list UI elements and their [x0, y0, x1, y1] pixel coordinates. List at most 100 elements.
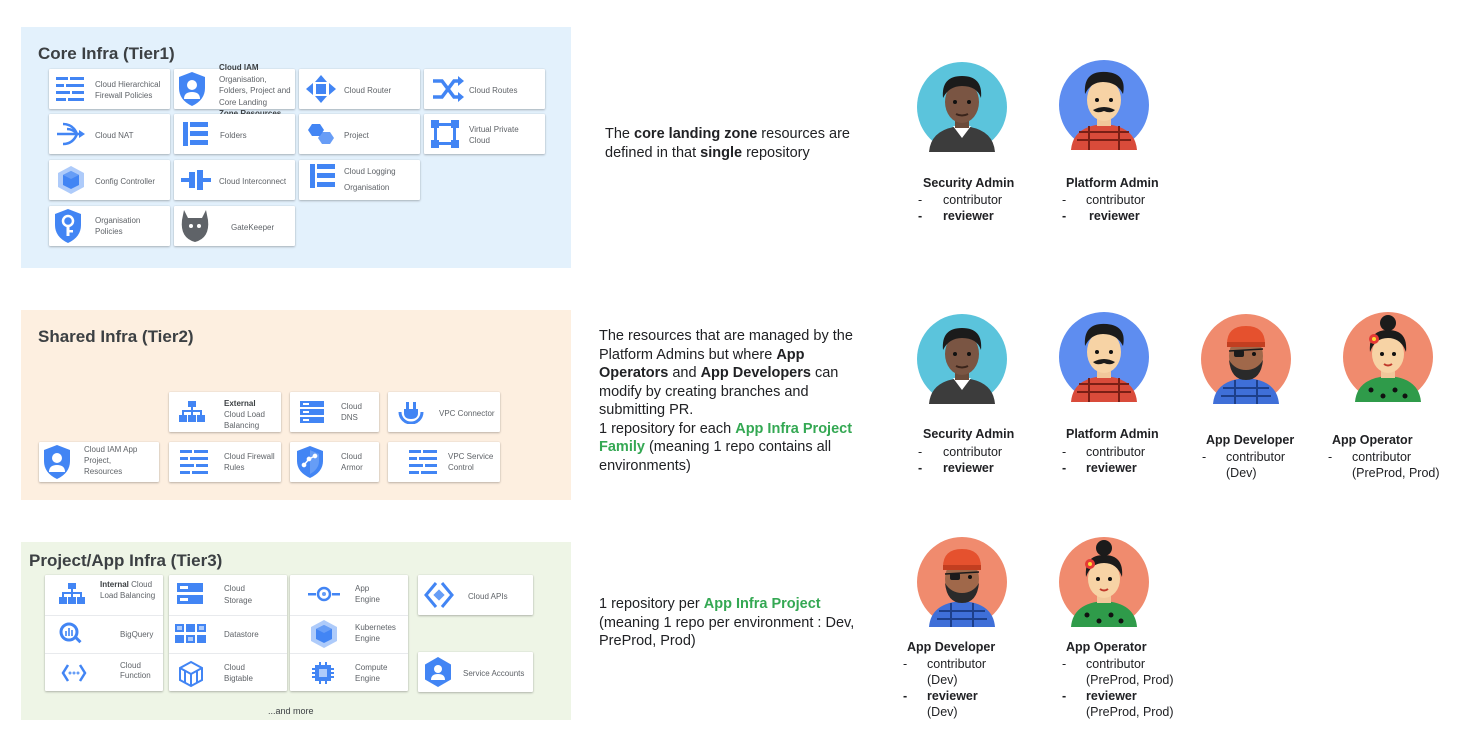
card-label: Cloud Firewall Rules — [224, 452, 275, 472]
role-dash: - — [918, 461, 923, 475]
tier2-description: The resources that are managed by the Pl… — [599, 327, 877, 475]
card-cloud-interconnect[interactable]: Cloud Interconnect — [174, 160, 295, 200]
app-developer-avatar — [1201, 314, 1291, 404]
card-cloud-function[interactable]: Cloud Function — [45, 653, 163, 692]
card-label: Cloud IAM Organisation, Folders, Project… — [219, 62, 293, 120]
card-label: Service Accounts — [463, 669, 525, 678]
security-admin-avatar — [917, 62, 1007, 152]
cloud-function-icon — [61, 664, 87, 682]
role-name-platform-admin: Platform Admin — [1066, 427, 1159, 441]
card-label: Cloud Function — [120, 661, 151, 680]
load-balancing-icon — [59, 583, 85, 604]
card-cloud-apis[interactable]: Cloud APIs — [418, 575, 533, 615]
card-service-accounts[interactable]: Service Accounts — [418, 652, 533, 692]
role-name-security-admin: Security Admin — [923, 427, 1015, 441]
card-gatekeeper[interactable]: GateKeeper — [174, 206, 295, 246]
desc-text: 1 repository for each — [599, 420, 736, 437]
role-name-security-admin: Security Admin — [923, 176, 1015, 190]
card-cloud-logging[interactable]: Cloud Logging Organisation — [299, 160, 420, 200]
role-scope: (Dev) — [927, 705, 958, 719]
cloud-bigtable-icon — [179, 660, 203, 688]
role-dash: - — [918, 445, 923, 459]
card-label: Config Controller — [95, 177, 156, 186]
compute-engine-icon — [312, 662, 334, 684]
card-cloud-router[interactable]: Cloud Router — [299, 69, 420, 109]
card-label: App Engine — [355, 584, 380, 604]
app-operator-avatar — [1343, 312, 1433, 402]
role-scope: (PreProd, Prod) — [1086, 673, 1174, 687]
role-reviewer: reviewer — [1086, 461, 1137, 475]
card-cloud-armor[interactable]: Cloud Armor — [290, 442, 379, 482]
desc-text: 1 repository per — [599, 596, 704, 612]
card-compute-engine[interactable]: Compute Engine — [290, 653, 408, 692]
bigquery-icon — [59, 622, 82, 644]
card-label-bold: External — [224, 399, 256, 408]
role-name-app-developer: App Developer — [907, 640, 996, 654]
role-dash: - — [1062, 657, 1067, 671]
tier2-panel: Shared Infra (Tier2) External Cloud Load… — [21, 310, 571, 500]
desc-text: (meaning 1 repo per environment : Dev, P… — [599, 614, 855, 650]
card-app-engine[interactable]: App Engine — [290, 575, 408, 613]
card-cloud-nat[interactable]: Cloud NAT — [49, 114, 170, 154]
card-label: External Cloud Load Balancing — [224, 398, 280, 431]
card-label: Cloud IAM App Project, Resources — [84, 445, 138, 476]
card-internal-load-balancing[interactable]: Internal Cloud Load Balancing — [45, 575, 163, 613]
role-contributor: contributor — [927, 657, 987, 671]
desc-green: App Infra Project — [703, 596, 821, 612]
card-organisation-policies[interactable]: Organisation Policies — [49, 206, 170, 246]
tier3-panel: Project/App Infra (Tier3) Internal Cloud… — [21, 542, 571, 720]
tier1-description: The core landing zone resources are defi… — [605, 125, 875, 162]
cloud-nat-icon — [57, 122, 85, 146]
role-contributor: contributor — [943, 445, 1003, 459]
app-engine-icon — [308, 586, 340, 602]
tier2-title: Shared Infra (Tier2) — [38, 327, 194, 346]
card-vpc-service-control[interactable]: VPC Service Control — [388, 442, 500, 482]
role-dash: - — [1062, 689, 1067, 703]
card-label: Cloud Armor — [341, 452, 363, 472]
card-label: Cloud Hierarchical Firewall Policies — [95, 80, 161, 100]
role-contributor: contributor — [1086, 445, 1146, 459]
card-label: VPC Connector — [439, 409, 495, 418]
card-cloud-firewall-rules[interactable]: Cloud Firewall Rules — [169, 442, 281, 482]
platform-admin-avatar — [1059, 312, 1149, 402]
role-name-app-operator: App Operator — [1066, 640, 1147, 654]
app-developer-avatar — [917, 537, 1007, 627]
role-name-platform-admin: Platform Admin — [1066, 176, 1159, 190]
card-label: Cloud Logging Organisation — [344, 167, 396, 192]
role-contributor: contributor — [1352, 450, 1412, 464]
card-external-load-balancing[interactable]: External Cloud Load Balancing — [169, 392, 281, 432]
cloud-storage-icon — [177, 583, 203, 604]
cloud-router-icon — [306, 75, 336, 103]
vpc-connector-icon — [398, 402, 424, 424]
vpc-icon — [431, 120, 459, 148]
card-label: Cloud APIs — [468, 592, 508, 601]
card-label: Project — [344, 131, 369, 140]
card-cloud-iam[interactable]: Cloud IAM Organisation, Folders, Project… — [174, 63, 295, 118]
card-vpc-connector[interactable]: VPC Connector — [388, 392, 500, 432]
card-cloud-iam-app[interactable]: Cloud IAM App Project, Resources — [39, 442, 159, 482]
role-contributor: contributor — [1226, 450, 1286, 464]
card-label: Cloud Interconnect — [219, 177, 287, 186]
card-cloud-bigtable[interactable]: Cloud Bigtable — [169, 653, 287, 692]
role-dash: - — [1202, 450, 1207, 464]
tier1-panel: Core Infra (Tier1) Cloud Hierarchical Fi… — [21, 27, 571, 268]
and-more-text: ...and more — [268, 706, 314, 716]
card-config-controller[interactable]: Config Controller — [49, 160, 170, 200]
role-dash: - — [1062, 445, 1067, 459]
card-label: GateKeeper — [231, 223, 275, 232]
card-datastore[interactable]: Datastore — [169, 615, 287, 652]
card-firewall-policies[interactable]: Cloud Hierarchical Firewall Policies — [49, 69, 170, 109]
role-contributor: contributor — [943, 193, 1003, 207]
card-kubernetes-engine[interactable]: Kubernetes Engine — [290, 615, 408, 652]
card-folders[interactable]: Folders — [174, 114, 295, 154]
card-label: VPC Service Control — [448, 452, 494, 472]
card-cloud-storage[interactable]: Cloud Storage — [169, 575, 287, 613]
card-cloud-dns[interactable]: Cloud DNS — [290, 392, 379, 432]
card-project[interactable]: Project — [299, 114, 420, 154]
card-vpc[interactable]: Virtual Private Cloud — [424, 114, 545, 154]
role-name-app-operator: App Operator — [1332, 433, 1413, 447]
desc-bold: single — [700, 144, 743, 161]
cloud-iam-icon — [44, 445, 70, 479]
card-cloud-routes[interactable]: Cloud Routes — [424, 69, 545, 109]
card-bigquery[interactable]: BigQuery — [45, 615, 163, 652]
